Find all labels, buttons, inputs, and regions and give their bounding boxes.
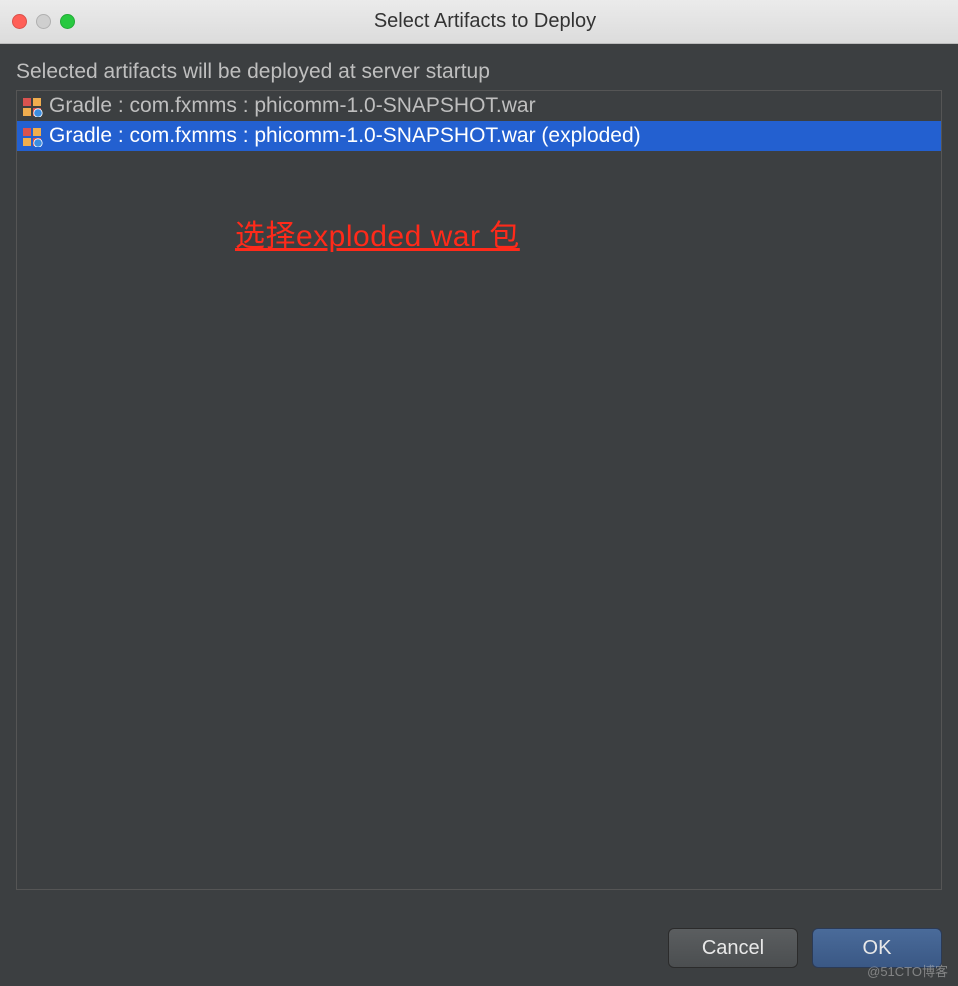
- artifact-label: Gradle : com.fxmms : phicomm-1.0-SNAPSHO…: [49, 94, 536, 118]
- artifact-icon: [21, 95, 43, 117]
- artifacts-list[interactable]: Gradle : com.fxmms : phicomm-1.0-SNAPSHO…: [16, 90, 942, 890]
- watermark: @51CTO博客: [867, 961, 948, 980]
- artifact-item[interactable]: Gradle : com.fxmms : phicomm-1.0-SNAPSHO…: [17, 91, 941, 121]
- artifact-label: Gradle : com.fxmms : phicomm-1.0-SNAPSHO…: [49, 124, 641, 148]
- artifact-item-selected[interactable]: Gradle : com.fxmms : phicomm-1.0-SNAPSHO…: [17, 121, 941, 151]
- annotation-text: 选择exploded war 包: [235, 211, 520, 255]
- cancel-button[interactable]: Cancel: [668, 928, 798, 968]
- artifact-icon: [21, 125, 43, 147]
- maximize-window-button[interactable]: [60, 14, 75, 29]
- dialog-content: Selected artifacts will be deployed at s…: [0, 44, 958, 890]
- window-controls: [12, 14, 75, 29]
- dialog-subtitle: Selected artifacts will be deployed at s…: [16, 60, 942, 84]
- minimize-window-button[interactable]: [36, 14, 51, 29]
- window-title: Select Artifacts to Deploy: [12, 10, 958, 33]
- close-window-button[interactable]: [12, 14, 27, 29]
- titlebar: Select Artifacts to Deploy: [0, 0, 958, 44]
